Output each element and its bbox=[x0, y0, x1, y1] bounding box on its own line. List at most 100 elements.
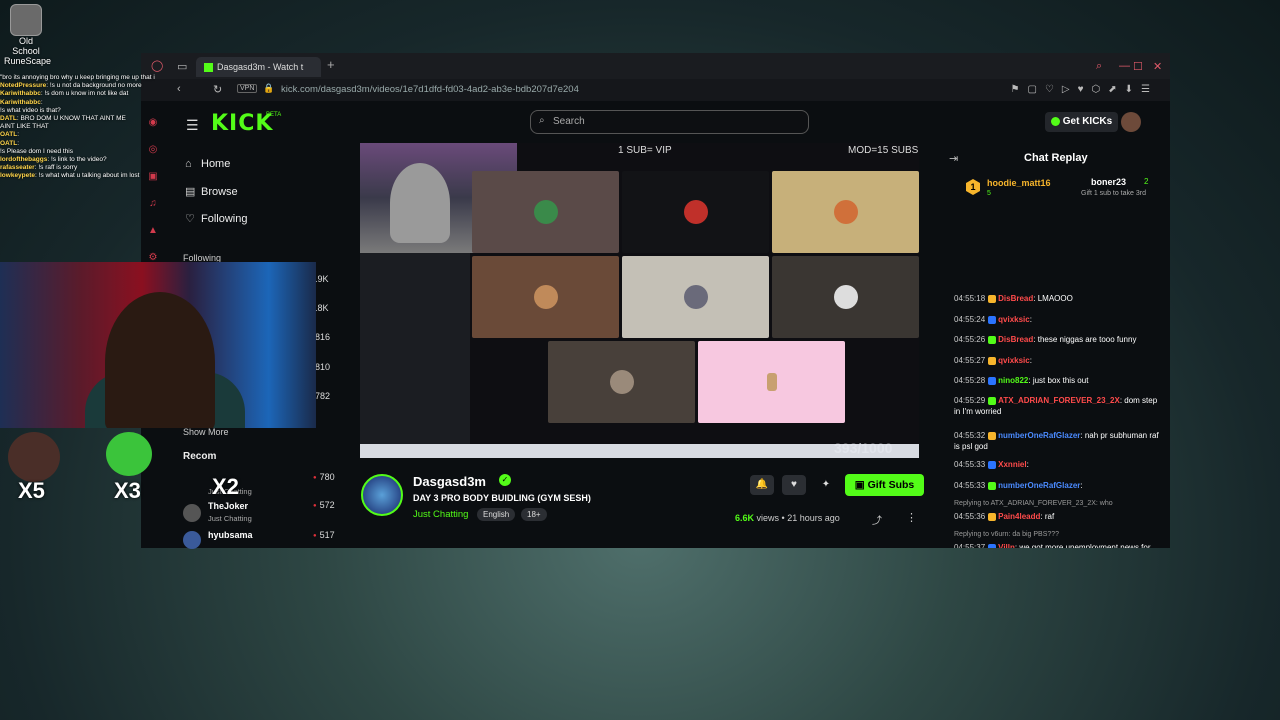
leaderboard-user[interactable]: hoodie_matt16 bbox=[987, 178, 1051, 188]
hamburger-menu-icon[interactable]: ☰ bbox=[186, 117, 199, 134]
nav-browse[interactable]: ▤ Browse bbox=[185, 185, 238, 198]
avatar[interactable] bbox=[183, 504, 201, 522]
nav-browse-label: Browse bbox=[201, 186, 238, 198]
chat-username[interactable]: DisBread bbox=[998, 294, 1033, 303]
tab-kick[interactable]: Dasgasd3m - Watch t bbox=[196, 57, 321, 77]
video-call-tile bbox=[698, 341, 845, 423]
overlay-chat-line: lordofthebaggs: !s link to the video? bbox=[0, 156, 155, 164]
chat-separator: : bbox=[1029, 356, 1032, 365]
streamer-name[interactable]: Dasgasd3m bbox=[413, 474, 486, 489]
notification-button[interactable]: 🔔 bbox=[750, 475, 774, 495]
back-icon[interactable]: ‹ bbox=[177, 83, 181, 95]
clip-button[interactable]: ✦ bbox=[814, 475, 838, 495]
chat-separator: : bbox=[1026, 460, 1029, 469]
new-tab-button[interactable]: + bbox=[327, 57, 335, 72]
overlay-chat-line: Kariwithabbc: bbox=[0, 99, 155, 107]
more-options-icon[interactable]: ⋮ bbox=[906, 511, 917, 524]
emote-multiplier: X5 bbox=[18, 478, 45, 503]
kick-logo[interactable]: KICK bbox=[211, 111, 273, 136]
chat-username[interactable]: DisBread bbox=[998, 335, 1033, 344]
category-link[interactable]: Just Chatting bbox=[413, 509, 468, 520]
profile-avatar[interactable] bbox=[1121, 112, 1141, 132]
extension-icons[interactable]: ⚑▢♡▷♥⬡⬈⬇☰ bbox=[1011, 84, 1158, 95]
search-input[interactable]: Search bbox=[553, 116, 585, 127]
lock-icon: 🔒 bbox=[263, 83, 275, 93]
maximize-icon[interactable]: ☐ bbox=[1133, 60, 1143, 73]
recommended-channel-category: Just Chatting bbox=[208, 514, 252, 523]
video-stats: 6.6K views • 21 hours ago bbox=[735, 513, 840, 523]
search-bar[interactable]: ⌕ Search bbox=[530, 110, 809, 134]
chat-username[interactable]: nino822 bbox=[998, 376, 1028, 385]
sidebar-music-icon[interactable]: ♫ bbox=[141, 198, 165, 209]
opera-menu-icon[interactable]: ◯ bbox=[151, 59, 163, 72]
chat-username[interactable]: ATX_ADRIAN_FOREVER_23_2X bbox=[998, 396, 1120, 405]
tab-strip-icon[interactable]: ▭ bbox=[177, 60, 187, 73]
nav-home[interactable]: ⌂ Home bbox=[185, 158, 230, 170]
collapse-chat-icon[interactable]: ⇥ bbox=[949, 152, 958, 165]
gift-icon: ▣ bbox=[854, 479, 868, 491]
chat-username[interactable]: qvixksic bbox=[998, 356, 1030, 365]
overlay-chat-text: AINT LIKE THAT bbox=[0, 123, 49, 131]
search-tabs-icon[interactable]: ⌕ bbox=[1096, 60, 1102, 73]
video-player[interactable]: 1 SUB= VIP MOD=15 SUBS 393/1000 bbox=[360, 143, 919, 458]
overlay-chat-text: !s Please dom I need this bbox=[0, 147, 73, 155]
chat-message: 04:55:18 DisBread: LMAOOO bbox=[954, 293, 1164, 304]
home-icon: ⌂ bbox=[185, 158, 192, 170]
chat-username[interactable]: qvixksic bbox=[998, 315, 1030, 324]
emote-multiplier: X3 bbox=[114, 478, 141, 503]
avatar[interactable] bbox=[183, 531, 201, 549]
tag-age[interactable]: 18+ bbox=[521, 508, 547, 521]
chat-username[interactable]: Pain4leadd bbox=[998, 512, 1040, 521]
reload-icon[interactable]: ↻ bbox=[213, 83, 222, 96]
chat-username[interactable]: numberOneRafGlazer bbox=[998, 431, 1080, 440]
overlay-chat-text: !s dom u know im not like dat bbox=[44, 90, 129, 98]
sidebar-player-icon[interactable]: ▲ bbox=[141, 225, 165, 236]
desktop-icon-runescape[interactable]: Old School RuneScape bbox=[4, 4, 51, 66]
streamer-avatar[interactable] bbox=[361, 474, 403, 516]
chat-message: 04:55:33 Xxnniel: bbox=[954, 459, 1164, 470]
leaderboard-user[interactable]: boner23 bbox=[1091, 177, 1126, 187]
video-call-tile bbox=[548, 341, 695, 423]
recommended-channel-name[interactable]: TheJoker bbox=[208, 501, 248, 511]
gift-subs-button[interactable]: ▣ Gift Subs bbox=[845, 474, 924, 496]
tag-language[interactable]: English bbox=[477, 508, 516, 521]
chat-timestamp: 04:55:37 bbox=[954, 543, 986, 548]
minimize-icon[interactable]: — bbox=[1119, 60, 1130, 72]
overlay-chat-user: lowkeypete bbox=[0, 172, 36, 180]
video-discord-panel bbox=[360, 253, 470, 453]
close-icon[interactable]: ✕ bbox=[1153, 60, 1162, 73]
url-input[interactable]: kick.com/dasgasd3m/videos/1e7d1dfd-fd03-… bbox=[281, 84, 579, 95]
overlay-chat-line: OATL: bbox=[0, 140, 155, 148]
nav-following[interactable]: ♡ Following bbox=[185, 212, 247, 225]
chat-timestamp: 04:55:36 bbox=[954, 512, 986, 521]
recommended-header: Recom bbox=[183, 451, 217, 462]
overlay-chat-text: !s link to the video? bbox=[50, 156, 107, 164]
chat-badge-icon bbox=[988, 543, 997, 548]
overlay-chat-separator: : bbox=[17, 131, 20, 139]
follow-button[interactable]: ♥ bbox=[782, 475, 806, 495]
gift-subs-label: Gift Subs bbox=[867, 479, 915, 491]
emote-multiplier: X2 bbox=[212, 474, 239, 499]
streamer-webcam bbox=[0, 262, 316, 428]
chat-username[interactable]: Xxnniel bbox=[998, 460, 1026, 469]
chat-text: LMAOOO bbox=[1037, 294, 1073, 303]
vpn-badge[interactable]: VPN bbox=[237, 84, 258, 93]
chat-badge-icon bbox=[988, 396, 997, 405]
leaderboard-count: 5 bbox=[987, 190, 991, 197]
chat-username[interactable]: numberOneRafGlazer bbox=[998, 481, 1080, 490]
overlay-chat-user: rafasseater bbox=[0, 164, 35, 172]
get-kicks-button[interactable]: Get KICKs bbox=[1045, 112, 1118, 132]
recommended-channel-name[interactable]: hyubsama bbox=[208, 530, 253, 540]
chat-title: Chat Replay bbox=[1024, 152, 1088, 164]
following-viewer-count: .8K bbox=[315, 303, 329, 313]
chat-badge-icon bbox=[988, 512, 997, 521]
share-icon[interactable]: ⤴ bbox=[872, 512, 882, 527]
chat-timestamp: 04:55:28 bbox=[954, 376, 986, 385]
kick-favicon-icon bbox=[204, 63, 213, 73]
tab-title: Dasgasd3m - Watch t bbox=[217, 62, 304, 72]
video-mod-overlay: MOD=15 SUBS bbox=[848, 145, 919, 156]
chat-username[interactable]: Villn bbox=[998, 543, 1015, 548]
chat-message: 04:55:24 qvixksic: bbox=[954, 314, 1164, 325]
chat-reply-context: Replying to v6urn: da big PBS??? bbox=[954, 531, 1060, 538]
show-more-link[interactable]: Show More bbox=[183, 427, 229, 437]
